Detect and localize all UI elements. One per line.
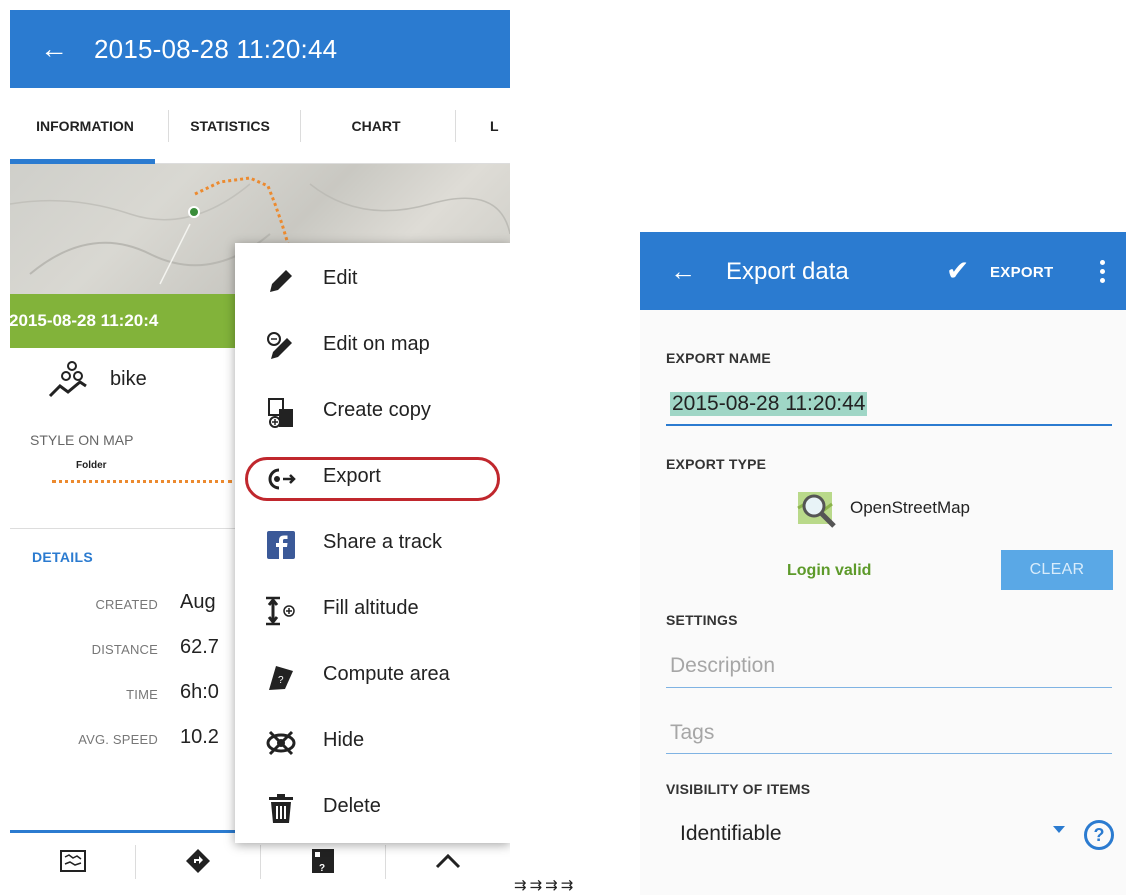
- app-bar: ← 2015-08-28 11:20:44: [10, 10, 510, 88]
- tab-bar: INFORMATION STATISTICS CHART L: [10, 88, 510, 164]
- tags-underline: [666, 753, 1112, 754]
- detail-value: Aug: [180, 591, 216, 613]
- menu-item-label: Create copy: [323, 399, 431, 421]
- trash-icon: [263, 791, 299, 827]
- pencil-icon: [263, 263, 299, 299]
- app-bar: ← Export data ✔ EXPORT: [640, 232, 1126, 310]
- description-field[interactable]: Description: [670, 654, 775, 678]
- export-button[interactable]: EXPORT: [990, 264, 1053, 281]
- settings-label: SETTINGS: [666, 612, 738, 628]
- detail-row-distance: DISTANCE 62.7: [10, 636, 250, 666]
- visibility-label: VISIBILITY OF ITEMS: [666, 781, 811, 797]
- style-on-map-label: STYLE ON MAP: [30, 432, 134, 448]
- menu-item-label: Fill altitude: [323, 597, 419, 619]
- menu-item-label: Edit: [323, 267, 358, 289]
- menu-item-label: Share a track: [323, 531, 442, 553]
- menu-item-fill-altitude[interactable]: Fill altitude: [235, 577, 510, 643]
- hide-icon: [263, 725, 299, 761]
- track-style-preview[interactable]: [52, 480, 232, 483]
- menu-item-share-track[interactable]: Share a track: [235, 511, 510, 577]
- export-name-label: EXPORT NAME: [666, 350, 771, 366]
- folder-label: Folder: [76, 460, 107, 471]
- login-status: Login valid: [787, 562, 872, 579]
- menu-item-delete[interactable]: Delete: [235, 775, 510, 841]
- navigation-icon: [185, 848, 210, 873]
- menu-item-label: Hide: [323, 729, 365, 751]
- tab-information[interactable]: INFORMATION: [10, 88, 160, 164]
- osm-icon: [797, 492, 836, 528]
- page-title: 2015-08-28 11:20:44: [94, 33, 338, 64]
- facebook-icon: [263, 527, 299, 563]
- more-vert-icon[interactable]: [1100, 260, 1106, 286]
- area-icon: ?: [263, 659, 299, 695]
- detail-key: CREATED: [95, 597, 158, 612]
- detail-value: 62.7: [180, 636, 219, 658]
- detail-row-created: CREATED Aug: [10, 591, 250, 621]
- help-icon[interactable]: ?: [1084, 820, 1114, 850]
- svg-text:?: ?: [278, 675, 284, 686]
- tools-icon: ?: [311, 848, 334, 874]
- description-underline: [666, 687, 1112, 688]
- activity-label: bike: [110, 368, 147, 390]
- detail-row-avg-speed: AVG. SPEED 10.2: [10, 726, 250, 756]
- export-highlight-ring: [245, 457, 500, 501]
- menu-item-create-copy[interactable]: Create copy: [235, 379, 510, 445]
- tab-divider: [455, 110, 456, 142]
- bike-icon: [48, 361, 87, 398]
- map-icon: [59, 849, 86, 872]
- arrow-left-icon[interactable]: ←: [40, 35, 68, 63]
- export-name-input[interactable]: 2015-08-28 11:20:44: [670, 392, 868, 416]
- export-type-label: EXPORT TYPE: [666, 456, 767, 472]
- detail-row-time: TIME 6h:0: [10, 681, 250, 711]
- tab-chart[interactable]: CHART: [306, 88, 446, 164]
- copy-icon: [263, 395, 299, 431]
- tab-layers[interactable]: L: [490, 88, 510, 164]
- detail-key: AVG. SPEED: [78, 732, 158, 747]
- details-title: DETAILS: [32, 549, 93, 565]
- detail-key: TIME: [126, 687, 158, 702]
- track-detail-screen: ← 2015-08-28 11:20:44 INFORMATION STATIS…: [10, 10, 510, 888]
- svg-text:?: ?: [319, 863, 325, 874]
- menu-item-label: Delete: [323, 795, 381, 817]
- track-title: 2015-08-28 11:20:4: [10, 311, 159, 330]
- menu-item-edit[interactable]: Edit: [235, 247, 510, 313]
- arrow-left-icon[interactable]: ←: [670, 256, 696, 287]
- export-service-name: OpenStreetMap: [850, 498, 971, 517]
- detail-key: DISTANCE: [91, 642, 158, 657]
- menu-item-label: Compute area: [323, 663, 450, 685]
- check-icon[interactable]: ✔: [946, 254, 969, 287]
- menu-item-compute-area[interactable]: ? Compute area: [235, 643, 510, 709]
- map-button[interactable]: [10, 833, 135, 888]
- export-name-underline: [666, 424, 1112, 426]
- detail-value: 6h:0: [180, 681, 219, 703]
- tab-statistics[interactable]: STATISTICS: [170, 88, 290, 164]
- chevron-up-icon: [435, 853, 460, 868]
- menu-item-hide[interactable]: Hide: [235, 709, 510, 775]
- export-data-screen: ← Export data ✔ EXPORT EXPORT NAME 2015-…: [640, 232, 1126, 895]
- transition-arrows: ⇉⇉⇉⇉: [514, 877, 577, 894]
- detail-value: 10.2: [180, 726, 219, 748]
- chevron-down-icon[interactable]: [1053, 826, 1065, 833]
- menu-item-edit-on-map[interactable]: Edit on map: [235, 313, 510, 379]
- tab-divider: [300, 110, 301, 142]
- tags-field[interactable]: Tags: [670, 721, 714, 745]
- visibility-select[interactable]: Identifiable: [680, 822, 782, 846]
- track-actions-menu: Edit Edit on map Create copy Export Shar…: [235, 243, 510, 843]
- tab-divider: [168, 110, 169, 142]
- edit-on-map-icon: [263, 329, 299, 365]
- clear-button[interactable]: CLEAR: [1001, 550, 1113, 590]
- altitude-icon: [263, 593, 299, 629]
- menu-item-label: Edit on map: [323, 333, 430, 355]
- page-title: Export data: [726, 258, 849, 285]
